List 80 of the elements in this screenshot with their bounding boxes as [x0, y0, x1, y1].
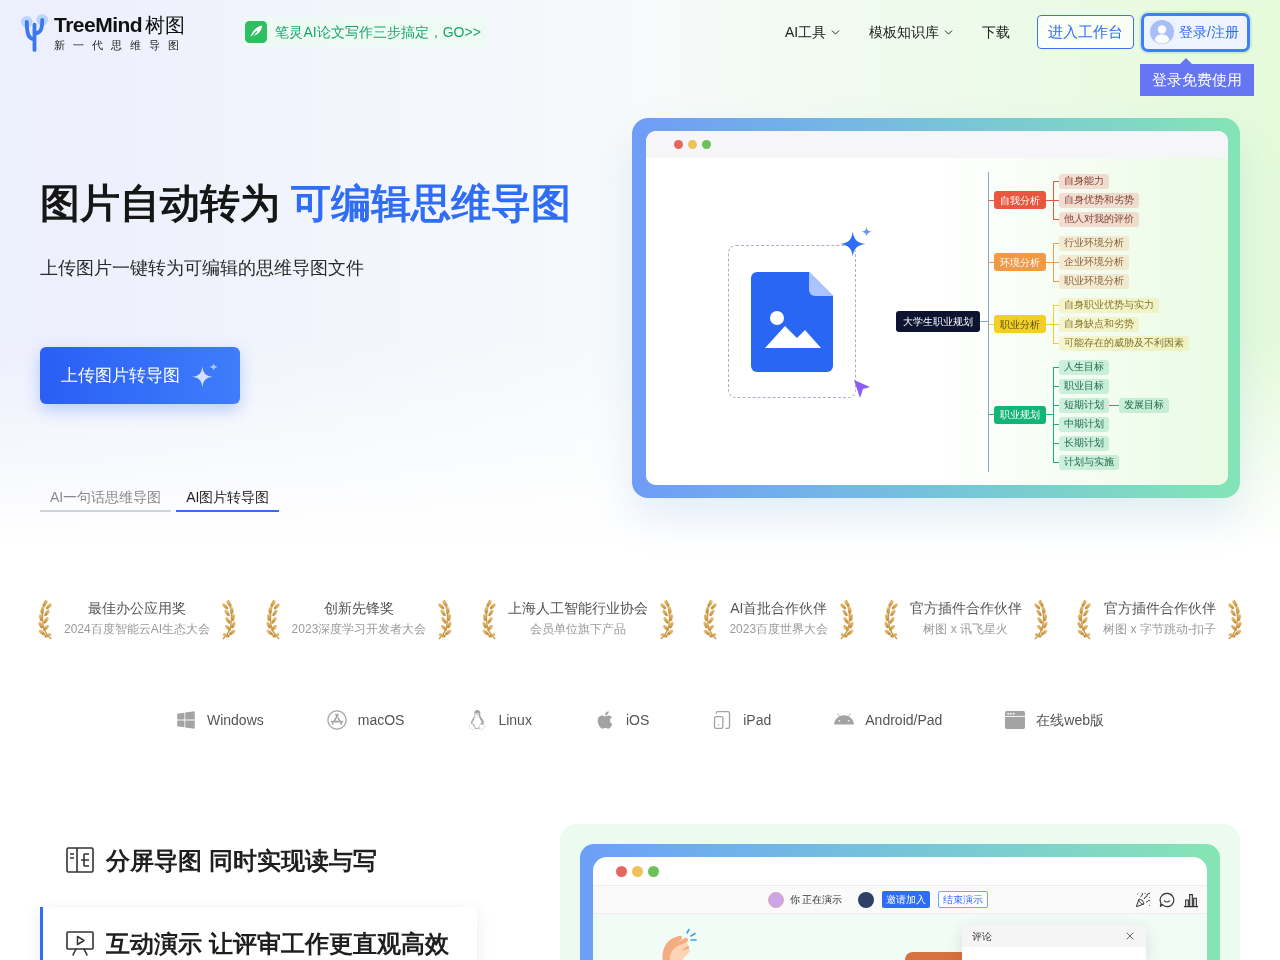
avatar-icon — [1150, 20, 1175, 44]
cursor-icon — [853, 379, 871, 399]
feature-tab[interactable]: 分屏导图 同时实现读与写 — [40, 824, 477, 887]
award-title: 最佳办公应用奖 — [88, 599, 186, 618]
panel-title: 评论 — [972, 929, 992, 944]
award-subtitle: 2024百度智能云AI生态大会 — [64, 621, 211, 638]
platform-link[interactable]: Linux — [467, 709, 532, 731]
mindmap-branch-node: 环境分析 — [994, 253, 1046, 271]
award-title: 创新先锋奖 — [323, 599, 394, 618]
award-title: 官方插件合作伙伴 — [909, 599, 1022, 618]
logo-tagline: 新一代思维导图 — [54, 38, 187, 52]
mindmap-root-node: 大学生职业规划 — [896, 311, 980, 332]
mindmap-node: 自身优势和劣势 — [1059, 192, 1139, 208]
end-presentation-button[interactable]: 结束演示 — [938, 891, 989, 908]
tab[interactable]: AI图片转导图 — [176, 485, 280, 512]
mindmap-node: 自身缺点和劣势 — [1059, 316, 1139, 332]
party-popper-icon[interactable] — [1135, 891, 1151, 908]
award-title: 官方插件合作伙伴 — [1103, 599, 1216, 618]
hero-title: 图片自动转为 可编辑思维导图 — [40, 180, 573, 227]
award-subtitle: 树图 x 讯飞星火 — [923, 621, 1009, 638]
platform-link[interactable]: iOS — [594, 709, 650, 731]
split-screen-icon — [66, 847, 94, 873]
award-subtitle: 树图 x 字节跳动-扣子 — [1103, 621, 1216, 638]
mindmap-node: 发展目标 — [1119, 397, 1169, 413]
platform-link[interactable]: Windows — [175, 709, 264, 731]
mindmap-branch-node: 职业规划 — [994, 405, 1046, 424]
platform-link[interactable]: 在线web版 — [1005, 709, 1105, 731]
presentation-icon — [66, 930, 94, 956]
mindmap-node: 人生目标 — [1059, 359, 1109, 375]
mindmap-branch-node: 职业分析 — [994, 315, 1046, 333]
mindmap-node: 短期计划 — [1059, 397, 1109, 413]
award-subtitle: 会员单位旗下产品 — [529, 621, 626, 638]
nav-link[interactable]: 模板知识库 — [869, 21, 956, 43]
mindmap-node: 行业环境分析 — [1059, 235, 1129, 251]
tree-logo-icon — [20, 12, 49, 52]
mindmap-node: 职业环境分析 — [1059, 273, 1129, 289]
tab[interactable]: AI一句话思维导图 — [40, 485, 172, 512]
chat-bubble-icon[interactable] — [1159, 891, 1175, 908]
close-button[interactable] — [1124, 930, 1136, 942]
feather-icon — [245, 21, 268, 43]
platform-link[interactable]: Android/Pad — [834, 709, 943, 731]
mindmap-node: 计划与实施 — [1059, 454, 1119, 470]
award-subtitle: 2023百度世界大会 — [729, 621, 829, 638]
mindmap-node: 自身能力 — [1059, 173, 1109, 189]
tooltip: 登录免费使用 — [1140, 58, 1254, 96]
avatar-icon — [858, 891, 875, 908]
platform-link[interactable]: macOS — [326, 709, 405, 731]
mindmap-node: 中期计划 — [1059, 416, 1109, 432]
platform-link[interactable]: iPad — [712, 709, 772, 731]
mindmap-branch-node: 自我分析 — [994, 191, 1046, 209]
browser-window-icon — [1005, 710, 1026, 730]
hero-subtitle: 上传图片一键转为可编辑的思维导图文件 — [40, 257, 365, 280]
upload-button[interactable]: 上传图片转导图 — [40, 347, 240, 404]
mindmap-node: 长期计划 — [1059, 435, 1109, 451]
mindmap-node: 企业环境分析 — [1059, 254, 1129, 270]
image-file-icon — [751, 271, 833, 372]
window-panes-icon — [175, 710, 196, 730]
avatar-icon — [767, 891, 784, 908]
presenter-label: 你 正在演示 — [789, 893, 843, 907]
logo-chinese-text: 树图 — [145, 13, 186, 38]
mindmap-node: 可能存在的威胁及不利因素 — [1059, 335, 1189, 351]
connector-line — [1109, 404, 1119, 406]
login-button[interactable]: 登录/注册 — [1141, 12, 1250, 52]
mindmap-node: 他人对我的评价 — [1059, 211, 1139, 227]
penguin-icon — [467, 710, 488, 730]
circle-a-icon — [326, 710, 347, 730]
bar-chart-icon[interactable] — [1183, 891, 1199, 908]
nav-link[interactable]: 下载 — [982, 21, 1011, 43]
feature-tab[interactable]: 互动演示 让评审工作更直观高效 — [40, 907, 477, 960]
mindmap-node: 职业目标 — [1059, 378, 1109, 394]
award-title: AI首批合作伙伴 — [730, 599, 828, 618]
tablet-icon — [712, 710, 733, 730]
award-subtitle: 2023深度学习开发者大会 — [291, 621, 427, 638]
logo-text: TreeMind — [54, 12, 143, 37]
close-icon — [1124, 930, 1136, 942]
workspace-button[interactable]: 进入工作台 — [1037, 15, 1135, 49]
invite-button[interactable]: 邀请加入 — [882, 891, 931, 908]
award-title: 上海人工智能行业协会 — [507, 599, 648, 618]
mindmap-node: 自身职业优势与实力 — [1059, 297, 1159, 313]
nav-link[interactable]: AI工具 — [784, 21, 843, 43]
